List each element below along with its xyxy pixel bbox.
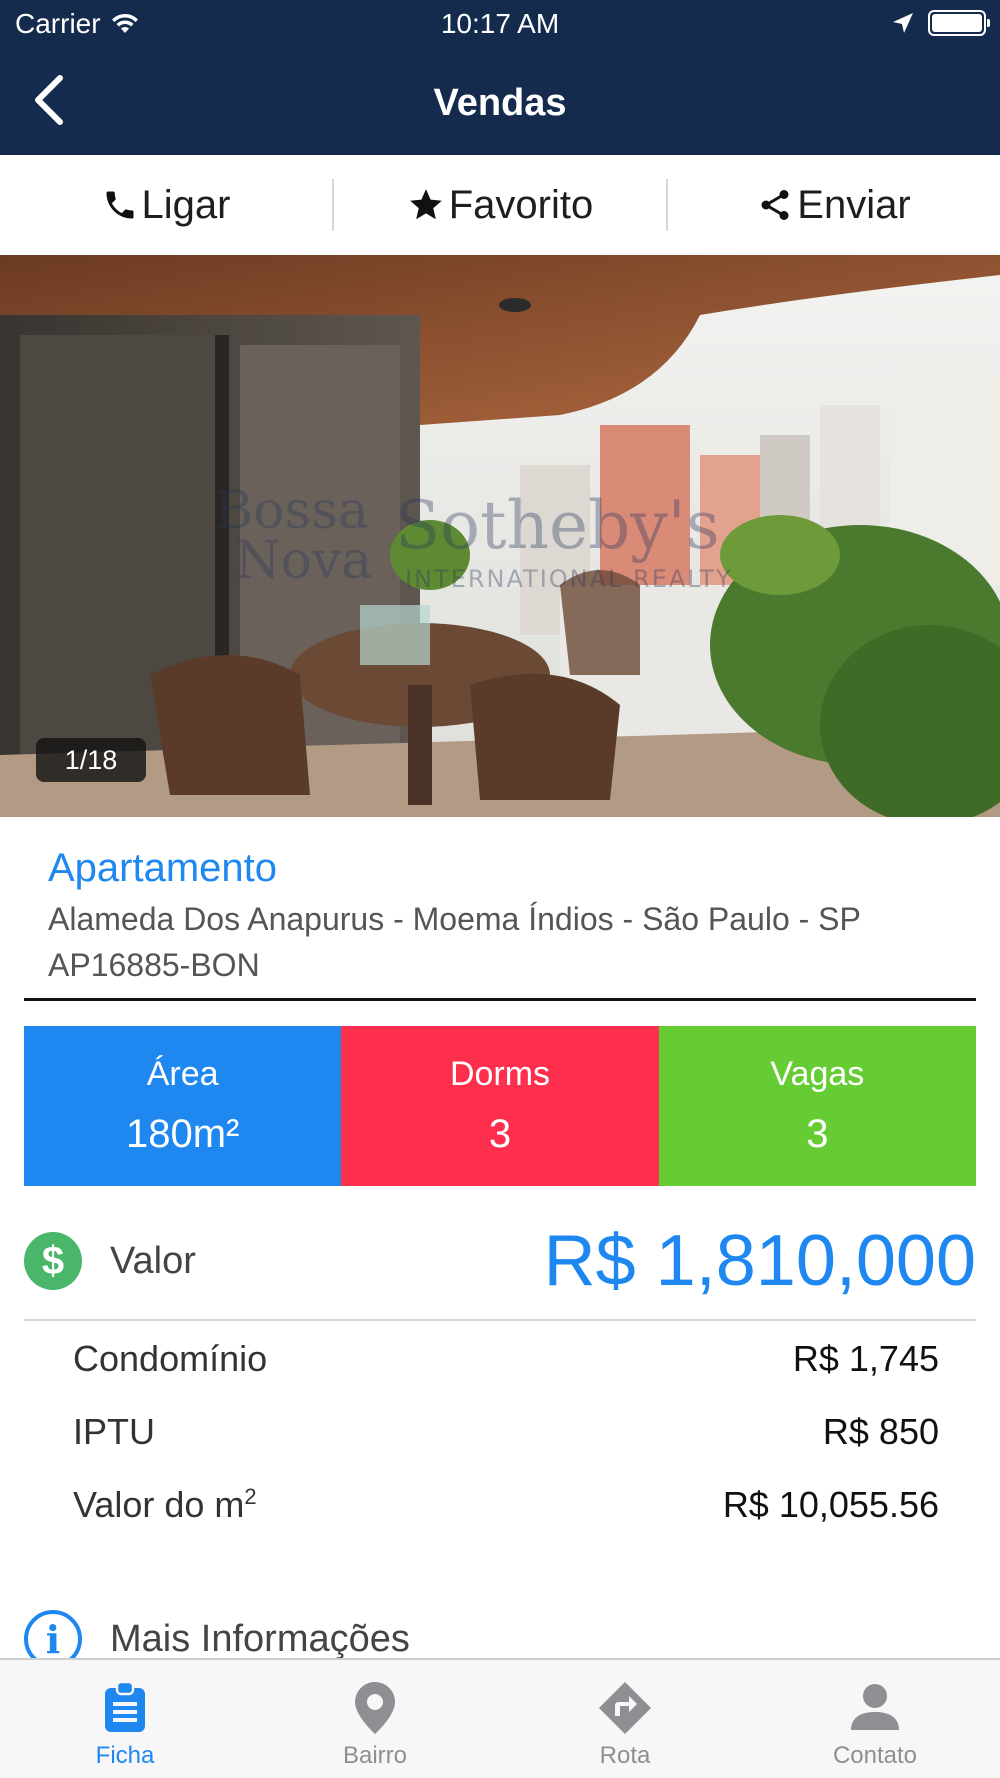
app-header: Carrier 10:17 AM Vendas bbox=[0, 0, 1000, 155]
price-divider bbox=[24, 1319, 976, 1321]
property-stats: Área 180m² Dorms 3 Vagas 3 bbox=[24, 1026, 976, 1186]
battery-icon bbox=[928, 10, 990, 36]
status-right bbox=[892, 10, 990, 36]
phone-icon bbox=[106, 191, 134, 219]
detail-label: IPTU bbox=[73, 1411, 156, 1452]
stat-area-value: 180m² bbox=[125, 1112, 240, 1156]
call-label: Ligar bbox=[141, 182, 231, 227]
watermark-sub: INTERNATIONAL REALTY bbox=[405, 565, 733, 593]
price-value: R$ 1,810,000 bbox=[543, 1221, 976, 1301]
watermark-line2: Nova bbox=[235, 531, 373, 591]
tab-bairro-label: Bairro bbox=[342, 1742, 408, 1769]
property-code: AP16885-BON bbox=[48, 947, 260, 983]
watermark-brand: Sotheby's bbox=[395, 487, 720, 564]
favorite-label: Favorito bbox=[448, 182, 594, 227]
page-title: Vendas bbox=[433, 82, 567, 124]
property-type: Apartamento bbox=[48, 846, 278, 890]
stat-dorms: Dorms 3 bbox=[341, 1026, 659, 1186]
nav-bar: Vendas bbox=[0, 60, 1000, 145]
detail-value: R$ 1,745 bbox=[792, 1338, 939, 1379]
location-arrow-icon bbox=[893, 13, 913, 33]
share-label: Enviar bbox=[797, 182, 911, 227]
tab-bar: Ficha Bairro Rota Contato bbox=[0, 1658, 1000, 1778]
map-pin-icon bbox=[355, 1682, 395, 1734]
price-label: Valor bbox=[110, 1240, 196, 1282]
more-info-label: Mais Informações bbox=[110, 1618, 410, 1660]
photo-counter: 1/18 bbox=[36, 738, 146, 782]
tab-contato-label: Contato bbox=[832, 1742, 918, 1769]
star-icon bbox=[409, 189, 442, 220]
stat-dorms-label: Dorms bbox=[449, 1055, 551, 1093]
detail-row-valor-m2: Valor do m2 R$ 10,055.56 bbox=[73, 1476, 939, 1532]
stat-vagas-value: 3 bbox=[806, 1112, 829, 1156]
detail-value: R$ 850 bbox=[822, 1411, 939, 1452]
detail-label: Condomínio bbox=[73, 1338, 268, 1379]
tab-rota[interactable]: Rota bbox=[500, 1660, 750, 1778]
info-divider bbox=[24, 998, 976, 1001]
property-info: Apartamento Alameda Dos Anapurus - Moema… bbox=[48, 842, 978, 988]
stat-vagas: Vagas 3 bbox=[658, 1026, 976, 1186]
clipboard-icon bbox=[105, 1682, 145, 1732]
share-button[interactable]: Enviar bbox=[668, 155, 1000, 255]
tab-rota-label: Rota bbox=[599, 1742, 651, 1769]
stat-vagas-label: Vagas bbox=[770, 1055, 865, 1093]
action-row: Ligar Favorito Enviar bbox=[0, 155, 1000, 255]
tab-bairro[interactable]: Bairro bbox=[250, 1660, 500, 1778]
favorite-button[interactable]: Favorito bbox=[334, 155, 666, 255]
route-icon bbox=[599, 1682, 651, 1734]
detail-label-text: Valor do m bbox=[73, 1484, 245, 1525]
detail-value: R$ 10,055.56 bbox=[722, 1484, 939, 1525]
detail-label-sup: 2 bbox=[244, 1484, 257, 1509]
status-time: 10:17 AM bbox=[440, 8, 560, 39]
detail-label: Valor do m2 bbox=[73, 1484, 257, 1526]
person-icon bbox=[851, 1684, 899, 1730]
stat-area-label: Área bbox=[146, 1055, 219, 1093]
tab-contato[interactable]: Contato bbox=[750, 1660, 1000, 1778]
call-button[interactable]: Ligar bbox=[0, 155, 332, 255]
tab-ficha[interactable]: Ficha bbox=[0, 1660, 250, 1778]
property-address: Alameda Dos Anapurus - Moema Índios - Sã… bbox=[48, 901, 861, 937]
detail-row-iptu: IPTU R$ 850 bbox=[73, 1403, 939, 1459]
tab-ficha-label: Ficha bbox=[95, 1742, 155, 1769]
dollar-icon: $ bbox=[24, 1232, 82, 1290]
stat-dorms-value: 3 bbox=[488, 1112, 512, 1156]
share-icon bbox=[761, 190, 789, 220]
property-photo[interactable]: Bossa Nova Sotheby's INTERNATIONAL REALT… bbox=[0, 255, 1000, 817]
watermark-line1: Bossa bbox=[215, 481, 369, 541]
stat-area: Área 180m² bbox=[24, 1026, 342, 1186]
price-row: $ Valor R$ 1,810,000 bbox=[24, 1220, 976, 1301]
status-bar: Carrier 10:17 AM bbox=[0, 0, 1000, 50]
detail-row-condominio: Condomínio R$ 1,745 bbox=[73, 1330, 939, 1386]
